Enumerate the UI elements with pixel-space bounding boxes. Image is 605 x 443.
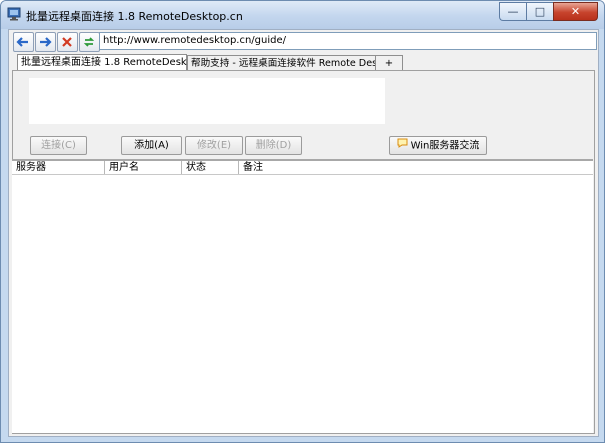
maximize-button[interactable]: □ — [526, 2, 553, 21]
client-area: http://www.remotedesktop.cn/guide/ 批量远程桌… — [8, 29, 599, 437]
arrow-right-icon — [40, 37, 52, 47]
column-header-notes[interactable]: 备注 — [239, 161, 593, 174]
win-exchange-button[interactable]: Win服务器交流 — [389, 136, 487, 155]
main-panel: 连接(C) 添加(A) 修改(E) 删除(D) Win服务器交流 服务器 用户名… — [12, 70, 595, 434]
column-header-server[interactable]: 服务器 — [12, 161, 105, 174]
column-header-status[interactable]: 状态 — [182, 161, 239, 174]
tab-main[interactable]: 批量远程桌面连接 1.8 RemoteDesktop.cn — [17, 54, 218, 71]
arrow-left-icon — [16, 37, 28, 47]
tab-add-button[interactable]: + — [375, 55, 403, 71]
forward-button[interactable] — [35, 32, 56, 52]
caption-buttons: — □ ✕ — [499, 2, 598, 21]
back-button[interactable] — [13, 32, 34, 52]
tab-strip: 批量远程桌面连接 1.8 RemoteDesktop.cn 帮助支持 - 远程桌… — [17, 54, 602, 71]
minimize-button[interactable]: — — [499, 2, 526, 21]
stop-x-icon — [62, 37, 72, 47]
address-input[interactable]: http://www.remotedesktop.cn/guide/ — [99, 32, 597, 50]
win-exchange-label: Win服务器交流 — [410, 140, 480, 152]
tab-help-support[interactable]: 帮助支持 - 远程桌面连接软件 Remote Desktop — [187, 55, 398, 71]
delete-button[interactable]: 删除(D) — [245, 136, 302, 155]
title-bar[interactable]: 批量远程桌面连接 1.8 RemoteDesktop.cn — □ ✕ — [1, 1, 604, 29]
edit-button[interactable]: 修改(E) — [185, 136, 243, 155]
refresh-button[interactable] — [79, 32, 100, 52]
table-header: 服务器 用户名 状态 备注 — [12, 161, 593, 175]
close-button[interactable]: ✕ — [553, 2, 598, 21]
stop-button[interactable] — [57, 32, 78, 52]
column-header-username[interactable]: 用户名 — [105, 161, 182, 174]
nav-bar: http://www.remotedesktop.cn/guide/ — [11, 32, 597, 52]
notes-textarea[interactable] — [29, 78, 385, 124]
add-button[interactable]: 添加(A) — [121, 136, 182, 155]
server-table[interactable]: 服务器 用户名 状态 备注 — [12, 159, 593, 433]
app-icon — [7, 7, 21, 21]
window-title: 批量远程桌面连接 1.8 RemoteDesktop.cn — [26, 10, 243, 23]
refresh-icon — [83, 37, 95, 47]
app-window: 批量远程桌面连接 1.8 RemoteDesktop.cn — □ ✕ http… — [0, 0, 605, 443]
connect-button[interactable]: 连接(C) — [30, 136, 87, 155]
chat-bubble-icon — [397, 137, 408, 154]
